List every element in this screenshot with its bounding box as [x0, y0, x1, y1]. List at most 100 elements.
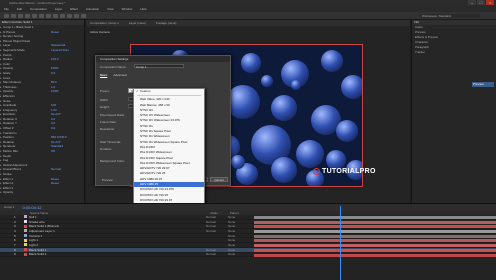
layer-duration-bar[interactable]	[254, 216, 496, 219]
layer-parent[interactable]: None	[228, 234, 235, 238]
selection-tool-icon[interactable]	[4, 14, 9, 18]
hand-tool-icon[interactable]	[11, 14, 16, 18]
effect-row[interactable]: ▸ Opacity	[0, 190, 84, 195]
menu-composition[interactable]: Composition	[30, 7, 47, 11]
effect-param-value[interactable]: Off	[51, 149, 55, 154]
menu-view[interactable]: View	[107, 7, 113, 11]
cancel-button[interactable]: Cancel	[210, 177, 228, 182]
layer-label-color[interactable]	[24, 234, 27, 238]
layer-number: 5	[14, 233, 16, 238]
layer-label-color[interactable]	[24, 220, 27, 224]
timeline-tab[interactable]: Comp 1	[4, 205, 15, 209]
layer-parent[interactable]: None	[228, 224, 235, 228]
workspace-select[interactable]: Workspace: Standard	[420, 14, 480, 18]
effect-param-value[interactable]: Normal	[51, 167, 61, 172]
layer-parent[interactable]: None	[228, 243, 235, 247]
clone-tool-icon[interactable]	[74, 14, 79, 18]
layer-label-color[interactable]	[24, 215, 27, 219]
layer-duration-bar[interactable]	[254, 220, 496, 224]
effect-param-value[interactable]: 100%	[51, 89, 59, 94]
layer-duration-bar[interactable]	[254, 244, 496, 248]
layer-label-color[interactable]	[24, 243, 27, 247]
layer-name[interactable]: Black Solid 1 (Blurred)	[29, 224, 79, 228]
right-panel-tracker[interactable]: Tracker	[412, 50, 496, 55]
menu-file[interactable]: File	[4, 7, 9, 11]
camera-tool-icon[interactable]	[32, 14, 37, 18]
comp-tabs: Composition: Comp 1 Layer (none) Footage…	[86, 20, 410, 26]
menu-edit[interactable]: Edit	[17, 7, 22, 11]
par-label: Pixel Aspect Ratio:	[100, 113, 126, 117]
layer-parent[interactable]: None	[228, 220, 235, 224]
preset-option[interactable]: Custom	[134, 89, 204, 94]
layer-parent[interactable]: None	[228, 229, 235, 233]
effect-param-value[interactable]: 100.0	[51, 57, 59, 62]
layer-mode[interactable]: Normal	[206, 252, 216, 256]
layer-label-color[interactable]	[24, 229, 27, 233]
effect-param-value[interactable]: 0.0	[51, 71, 55, 76]
timeline-panel: Comp 1 0;00;04;12 Source Name Mode Paren…	[0, 203, 496, 280]
layer-duration-bar[interactable]	[254, 234, 496, 238]
layer-duration-bar[interactable]	[254, 248, 496, 252]
comp-name-field[interactable]: Comp 1	[134, 64, 184, 69]
layer-parent[interactable]: None	[228, 238, 235, 242]
tab-composition[interactable]: Composition: Comp 1	[90, 21, 119, 25]
preview-checkbox-label[interactable]: Preview	[102, 178, 113, 182]
eraser-tool-icon[interactable]	[81, 14, 86, 18]
layer-name[interactable]: Black Solid 1	[29, 248, 79, 252]
layer-label-color[interactable]	[24, 252, 27, 256]
layer-mode[interactable]: Normal	[206, 229, 216, 233]
layer-duration-bar[interactable]	[254, 253, 496, 257]
maximize-button[interactable]: □	[477, 0, 485, 5]
layer-name[interactable]: Light 2	[29, 243, 79, 247]
layer-duration-bar[interactable]	[254, 239, 496, 243]
effect-param-value[interactable]: 0.0	[51, 126, 55, 131]
right-panel-highlight[interactable]: Preview	[472, 82, 494, 87]
current-time-indicator[interactable]	[340, 206, 341, 280]
pen-tool-icon[interactable]	[53, 14, 58, 18]
layer-label-color[interactable]	[24, 224, 27, 228]
layer-name[interactable]: Smoke wire	[29, 220, 79, 224]
tab-layer[interactable]: Layer (none)	[129, 21, 146, 25]
layer-name[interactable]: Adjustment Layer 1	[29, 229, 79, 233]
close-button[interactable]: ×	[486, 0, 494, 5]
layer-name[interactable]: Black Solid 2	[29, 252, 79, 256]
sphere-shape	[226, 85, 260, 119]
timecode-display[interactable]: 0;00;04;12	[23, 205, 42, 210]
layer-label-color[interactable]	[24, 248, 27, 252]
menu-layer[interactable]: Layer	[55, 7, 63, 11]
layer-name[interactable]: Null 1	[29, 215, 79, 219]
layer-duration-bar[interactable]	[254, 225, 496, 229]
menu-animation[interactable]: Animation	[86, 7, 99, 11]
effect-param-value[interactable]: Layered Dots	[51, 48, 69, 53]
layer-label-color[interactable]	[24, 238, 27, 242]
layer-mode[interactable]: Normal	[206, 215, 216, 219]
layer-duration-bar[interactable]	[254, 230, 496, 234]
tab-basic[interactable]: Basic	[100, 73, 107, 77]
pan-behind-tool-icon[interactable]	[39, 14, 44, 18]
layer-parent[interactable]: None	[228, 252, 235, 256]
minimize-button[interactable]: –	[468, 0, 476, 5]
height-label: Height:	[100, 105, 110, 109]
menu-help[interactable]: Help	[140, 7, 146, 11]
zoom-tool-icon[interactable]	[18, 14, 23, 18]
effect-param-value[interactable]: Reset	[51, 30, 59, 35]
effect-param-value[interactable]: Reset	[51, 181, 59, 186]
brush-tool-icon[interactable]	[67, 14, 72, 18]
rotate-tool-icon[interactable]	[25, 14, 30, 18]
layer-name[interactable]: Light 1	[29, 238, 79, 242]
sphere-shape	[321, 50, 343, 72]
text-tool-icon[interactable]	[60, 14, 65, 18]
start-timecode-label: Start Timecode:	[100, 140, 122, 144]
menu-effect[interactable]: Effect	[70, 7, 78, 11]
layer-mode[interactable]: Normal	[206, 224, 216, 228]
tab-advanced[interactable]: Advanced	[113, 73, 126, 77]
layer-name[interactable]: Camera 1	[29, 234, 79, 238]
layer-mode[interactable]: Normal	[206, 220, 216, 224]
tab-footage[interactable]: Footage (none)	[156, 21, 177, 25]
layer-parent[interactable]: None	[228, 215, 235, 219]
shape-tool-icon[interactable]	[46, 14, 51, 18]
layer-parent[interactable]: None	[228, 248, 235, 252]
layer-mode[interactable]: Normal	[206, 248, 216, 252]
menu-window[interactable]: Window	[122, 7, 133, 11]
layer-row[interactable]: 9 Black Solid 2 Normal None	[0, 252, 496, 258]
